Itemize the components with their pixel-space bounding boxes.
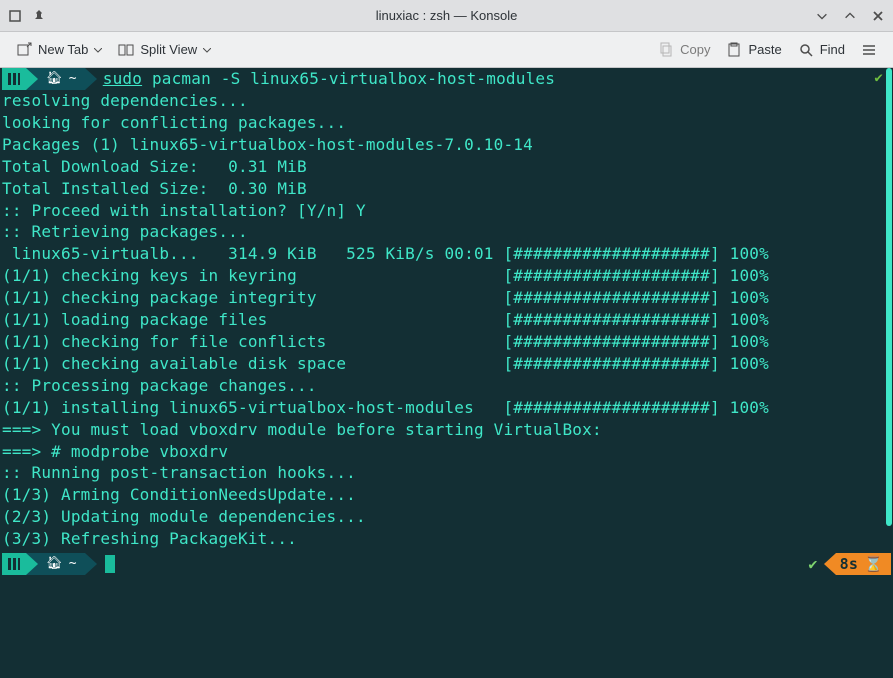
split-view-label: Split View	[140, 42, 197, 57]
terminal-output-line: (1/1) loading package files [###########…	[2, 309, 891, 331]
find-button[interactable]: Find	[792, 38, 851, 62]
prompt-tilde: ~	[69, 70, 77, 88]
cmd-pacman: pacman	[152, 69, 211, 88]
chevron-down-icon	[203, 42, 211, 57]
paste-label: Paste	[748, 42, 781, 57]
find-icon	[798, 42, 814, 58]
minimize-button[interactable]	[815, 9, 829, 23]
terminal-output-line: :: Running post-transaction hooks...	[2, 462, 891, 484]
home-icon: 🏠︎	[46, 555, 63, 573]
close-button[interactable]	[871, 9, 885, 23]
terminal-output-line: (3/3) Refreshing PackageKit...	[2, 528, 891, 550]
hourglass-icon: ⌛	[864, 554, 883, 575]
cmd-sudo: sudo	[103, 69, 142, 88]
powerline-arrow-icon	[26, 553, 38, 575]
copy-icon	[658, 42, 674, 58]
powerline-arrow-icon	[26, 68, 38, 90]
terminal-output-line: ===> # modprobe vboxdrv	[2, 441, 891, 463]
copy-label: Copy	[680, 42, 710, 57]
titlebar: linuxiac : zsh — Konsole	[0, 0, 893, 32]
powerline-arrow-icon	[85, 553, 97, 575]
terminal-output-line: (2/3) Updating module dependencies...	[2, 506, 891, 528]
terminal-view[interactable]: 🏠︎ ~ sudo pacman -S linux65-virtualbox-h…	[0, 68, 893, 678]
split-view-icon	[118, 42, 134, 58]
terminal-cursor	[105, 555, 115, 573]
find-label: Find	[820, 42, 845, 57]
copy-button[interactable]: Copy	[652, 38, 716, 62]
status-check-icon: ✔	[808, 554, 817, 575]
terminal-output-line: Total Installed Size: 0.30 MiB	[2, 178, 891, 200]
terminal-output-line: (1/1) checking for file conflicts [#####…	[2, 331, 891, 353]
prompt-line: 🏠︎ ~ sudo pacman -S linux65-virtualbox-h…	[2, 68, 891, 90]
terminal-output-line: Total Download Size: 0.31 MiB	[2, 156, 891, 178]
terminal-output-line: looking for conflicting packages...	[2, 112, 891, 134]
os-badge-icon	[2, 553, 26, 575]
pin-icon[interactable]	[32, 9, 46, 23]
terminal-output-line: (1/1) checking package integrity [######…	[2, 287, 891, 309]
terminal-output-line: :: Retrieving packages...	[2, 221, 891, 243]
powerline-arrow-icon	[824, 553, 836, 575]
konsole-window: linuxiac : zsh — Konsole New Tab Split V…	[0, 0, 893, 678]
prompt-status-line: 🏠︎ ~ ✔ 8s ⌛	[2, 552, 891, 576]
toolbar: New Tab Split View Copy Paste Find	[0, 32, 893, 68]
terminal-output-line: ===> You must load vboxdrv module before…	[2, 419, 891, 441]
hamburger-icon	[861, 42, 877, 58]
cmd-args: -S linux65-virtualbox-host-modules	[211, 69, 555, 88]
paste-button[interactable]: Paste	[720, 38, 787, 62]
status-timer-segment: 8s ⌛	[836, 553, 891, 575]
home-icon: 🏠︎	[46, 70, 63, 88]
command-text: sudo pacman -S linux65-virtualbox-host-m…	[103, 68, 555, 90]
maximize-button[interactable]	[843, 9, 857, 23]
os-badge-icon	[2, 68, 26, 90]
prompt-path-segment: 🏠︎ ~	[38, 68, 85, 90]
scrollbar[interactable]	[886, 68, 892, 526]
prompt-path-segment: 🏠︎ ~	[38, 553, 85, 575]
new-tab-icon	[16, 42, 32, 58]
paste-icon	[726, 42, 742, 58]
terminal-output-line: :: Processing package changes...	[2, 375, 891, 397]
terminal-output-line: linux65-virtualb... 314.9 KiB 525 KiB/s …	[2, 243, 891, 265]
terminal-output-line: (1/3) Arming ConditionNeedsUpdate...	[2, 484, 891, 506]
terminal-output-line: Packages (1) linux65-virtualbox-host-mod…	[2, 134, 891, 156]
terminal-output-line: (1/1) checking keys in keyring [########…	[2, 265, 891, 287]
new-tab-button[interactable]: New Tab	[10, 38, 108, 62]
window-title: linuxiac : zsh — Konsole	[376, 8, 518, 23]
prompt-tilde: ~	[69, 555, 77, 573]
terminal-output-line: resolving dependencies...	[2, 90, 891, 112]
terminal-output-line: (1/1) checking available disk space [###…	[2, 353, 891, 375]
chevron-down-icon	[94, 42, 102, 57]
split-view-button[interactable]: Split View	[112, 38, 217, 62]
status-timer-value: 8s	[840, 554, 858, 575]
powerline-arrow-icon	[85, 68, 97, 90]
new-tab-label: New Tab	[38, 42, 88, 57]
app-menu-icon[interactable]	[8, 9, 22, 23]
terminal-output-line: :: Proceed with installation? [Y/n] Y	[2, 200, 891, 222]
hamburger-menu-button[interactable]	[855, 38, 883, 62]
terminal-output-line: (1/1) installing linux65-virtualbox-host…	[2, 397, 891, 419]
